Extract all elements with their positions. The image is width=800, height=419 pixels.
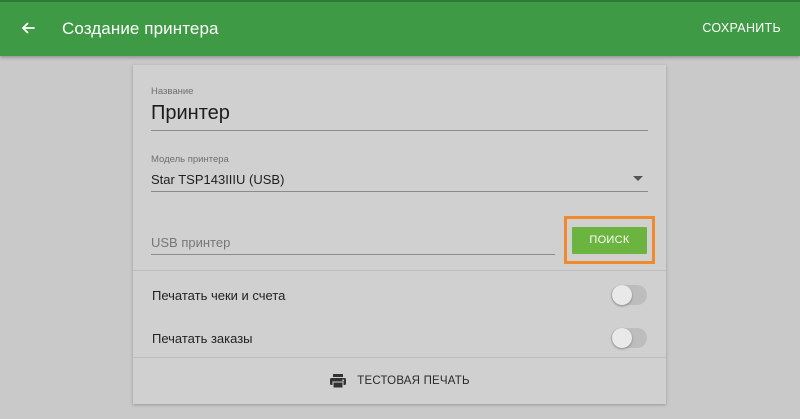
app-bar: Создание принтера СОХРАНИТЬ — [0, 0, 800, 56]
print-receipts-toggle[interactable] — [611, 285, 647, 305]
back-button[interactable] — [14, 14, 42, 42]
printer-icon — [330, 374, 347, 389]
usb-printer-input[interactable]: USB принтер — [151, 235, 230, 250]
model-field-label: Модель принтера — [151, 154, 229, 165]
print-orders-label: Печатать заказы — [152, 331, 253, 346]
print-receipts-label: Печатать чеки и счета — [152, 288, 286, 303]
divider — [133, 270, 666, 271]
printer-model-select[interactable]: Star TSP143IIIU (USB) — [151, 172, 284, 187]
toggle-knob — [612, 285, 632, 305]
toggle-knob — [612, 328, 632, 348]
page-title: Создание принтера — [62, 19, 219, 38]
print-orders-toggle[interactable] — [611, 328, 647, 348]
usb-input-underline — [151, 254, 555, 255]
search-button[interactable]: ПОИСК — [572, 226, 647, 254]
printer-form-card: Название Принтер Модель принтера Star TS… — [133, 65, 666, 404]
save-button[interactable]: СОХРАНИТЬ — [702, 21, 781, 35]
chevron-down-icon[interactable] — [633, 176, 643, 181]
model-select-underline — [151, 191, 648, 192]
name-input[interactable]: Принтер — [151, 102, 230, 125]
name-input-underline — [151, 130, 648, 131]
test-print-button[interactable]: ТЕСТОВАЯ ПЕЧАТЬ — [133, 358, 666, 404]
search-button-highlight: ПОИСК — [564, 216, 655, 264]
arrow-left-icon — [22, 22, 35, 34]
test-print-label: ТЕСТОВАЯ ПЕЧАТЬ — [357, 375, 470, 387]
name-field-label: Название — [151, 86, 194, 97]
